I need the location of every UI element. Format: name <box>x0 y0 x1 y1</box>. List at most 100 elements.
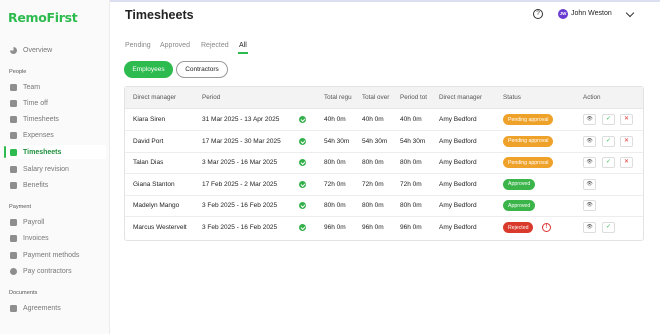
column-header-action: Action <box>583 94 601 101</box>
sidebar-item-label: Payment methods <box>23 251 80 259</box>
cell-total-regular: 80h 0m <box>324 202 346 210</box>
approved-check-icon <box>299 180 306 188</box>
sidebar-item-time-off[interactable]: Time off <box>4 96 106 110</box>
tab-rejected[interactable]: Rejected <box>201 42 229 49</box>
cell-manager: Kiara Siren <box>133 116 166 123</box>
cell-period-total: 40h 0m <box>400 116 422 123</box>
view-button[interactable]: 👁 <box>583 178 596 190</box>
cell-period-total: 80h 0m <box>400 202 422 210</box>
sidebar: RemoFirst Overview People Team Time off … <box>0 0 110 334</box>
sidebar-item-agreements[interactable]: Agreements <box>4 301 106 315</box>
approve-button[interactable]: ✓ <box>602 114 615 125</box>
column-header-period-total[interactable]: Period tot <box>400 94 431 101</box>
sidebar-item-invoices[interactable]: Invoices <box>4 231 106 245</box>
table-row[interactable]: Madelyn Mango 3 Feb 2025 - 16 Feb 2025 80h… <box>125 195 643 218</box>
employees-toggle[interactable]: Employees <box>124 61 173 78</box>
cell-period-total: 96h 0m <box>400 224 422 231</box>
cell-total-overtime: 80h 0m <box>362 202 384 210</box>
approved-check-icon <box>299 224 306 231</box>
view-button[interactable]: 👁 <box>583 157 596 169</box>
cell-total-regular: 80h 0m <box>324 159 346 167</box>
tab-pending[interactable]: Pending <box>125 42 151 49</box>
dollar-icon <box>10 267 17 275</box>
column-header-period[interactable]: Period <box>202 94 292 101</box>
view-button[interactable]: 👁 <box>583 114 596 125</box>
cell-period: 17 Feb 2025 - 2 Mar 2025 <box>202 180 278 188</box>
chevron-down-icon[interactable] <box>625 8 635 18</box>
cell-total-overtime: 96h 0m <box>362 224 384 231</box>
view-button[interactable]: 👁 <box>583 222 596 233</box>
invoice-icon <box>10 234 17 242</box>
sidebar-item-pay-contractors[interactable]: Pay contractors <box>4 264 106 278</box>
avatar[interactable]: JW <box>558 9 568 19</box>
sidebar-item-label: Invoices <box>23 234 49 242</box>
cell-period: 3 Feb 2025 - 16 Feb 2025 <box>202 202 278 210</box>
sidebar-section-documents: Documents <box>9 290 38 296</box>
column-header-total-regular[interactable]: Total regu <box>324 94 355 101</box>
cell-period-total: 80h 0m <box>400 159 422 167</box>
approve-button[interactable]: ✓ <box>602 135 615 147</box>
sidebar-item-overview[interactable]: Overview <box>4 43 106 57</box>
cell-manager: Marcus Westervelt <box>133 224 187 231</box>
reject-button[interactable]: ✕ <box>620 114 633 125</box>
table-row[interactable]: Marcus Westervelt 3 Feb 2025 - 16 Feb 202… <box>125 217 643 239</box>
cell-manager: Talan Dias <box>133 159 164 167</box>
cell-manager: Madelyn Mango <box>133 202 180 210</box>
info-icon[interactable]: ! <box>542 223 551 232</box>
view-button[interactable]: 👁 <box>583 135 596 147</box>
cell-period-total: 72h 0m <box>400 180 422 188</box>
view-button[interactable]: 👁 <box>583 200 596 212</box>
cell-period: 17 Mar 2025 - 30 Mar 2025 <box>202 137 281 145</box>
card-icon <box>10 251 17 259</box>
payroll-icon <box>10 218 17 226</box>
calendar-icon <box>10 99 17 107</box>
column-header-status[interactable]: Status <box>503 94 543 101</box>
cell-direct-manager: Amy Bedford <box>439 159 477 167</box>
sidebar-section-people: People <box>9 69 27 75</box>
help-icon[interactable]: ? <box>533 9 543 19</box>
approved-check-icon <box>299 116 306 123</box>
tab-all[interactable]: All <box>238 42 248 54</box>
cell-direct-manager: Amy Bedford <box>439 224 477 231</box>
sidebar-section-payment: Payment <box>9 204 32 210</box>
tab-approved[interactable]: Approved <box>160 42 190 49</box>
cell-total-regular: 54h 30m <box>324 137 350 145</box>
contractors-toggle[interactable]: Contractors <box>176 61 228 78</box>
cell-direct-manager: Amy Bedford <box>439 202 477 210</box>
column-header-direct-manager[interactable]: Direct manager <box>439 94 499 101</box>
pie-chart-icon <box>10 46 17 54</box>
sidebar-item-timesheets-docs[interactable]: Timesheets <box>4 112 106 126</box>
column-header-manager[interactable]: Direct manager <box>133 94 195 101</box>
status-badge: Approved <box>503 200 536 212</box>
sidebar-item-team[interactable]: Team <box>4 80 106 94</box>
sidebar-item-label: Pay contractors <box>23 267 72 275</box>
approve-button[interactable]: ✓ <box>602 222 615 233</box>
sidebar-item-timesheets[interactable]: Timesheets <box>4 145 106 159</box>
sidebar-item-label: Benefits <box>23 181 49 189</box>
sidebar-item-label: Timesheets <box>23 148 62 156</box>
cell-direct-manager: Amy Bedford <box>439 137 477 145</box>
reject-button[interactable]: ✕ <box>620 135 633 147</box>
sidebar-item-label: Expenses <box>23 131 54 139</box>
sidebar-item-label: Salary revision <box>23 165 69 173</box>
document-icon <box>10 115 17 123</box>
sidebar-item-label: Agreements <box>23 304 61 312</box>
cell-period: 3 Mar 2025 - 16 Mar 2025 <box>202 159 278 167</box>
sidebar-item-payment-methods[interactable]: Payment methods <box>4 248 106 262</box>
sidebar-item-benefits[interactable]: Benefits <box>4 178 106 192</box>
column-header-total-overtime[interactable]: Total over <box>362 94 393 101</box>
reject-button[interactable]: ✕ <box>620 157 633 169</box>
logo[interactable]: RemoFirst <box>8 10 78 25</box>
user-name[interactable]: John Weston <box>571 10 612 17</box>
approved-check-icon <box>299 137 306 145</box>
sidebar-item-payroll[interactable]: Payroll <box>4 215 106 229</box>
approve-button[interactable]: ✓ <box>602 157 615 169</box>
table-row[interactable]: Kiara Siren 31 Mar 2025 - 13 Apr 2025 40h … <box>125 109 643 131</box>
cell-total-overtime: 40h 0m <box>362 116 384 123</box>
table-row[interactable]: Talan Dias 3 Mar 2025 - 16 Mar 2025 80h 0m… <box>125 152 643 175</box>
table-row[interactable]: David Port 17 Mar 2025 - 30 Mar 2025 54h 3… <box>125 131 643 153</box>
approved-check-icon <box>299 159 306 167</box>
sidebar-item-expenses[interactable]: Expenses <box>4 128 106 142</box>
sidebar-item-salary-revision[interactable]: Salary revision <box>4 162 106 176</box>
table-row[interactable]: Giana Stanton 17 Feb 2025 - 2 Mar 2025 72h… <box>125 174 643 196</box>
